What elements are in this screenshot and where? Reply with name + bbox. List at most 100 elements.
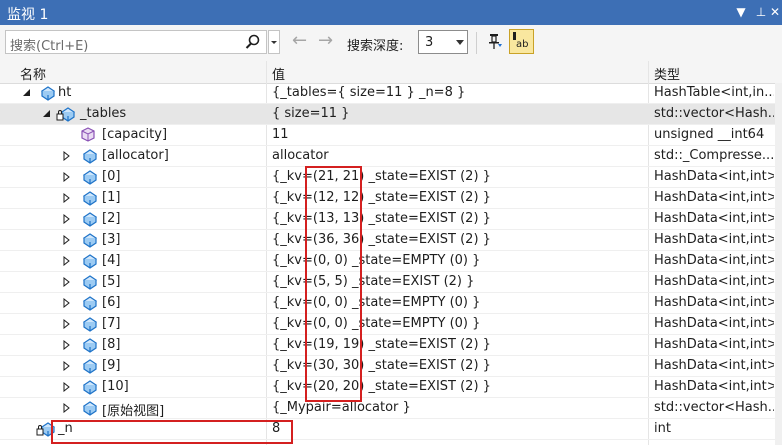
expand-icon[interactable] [62,277,72,287]
watch-row[interactable]: [6] {_kv=(0, 0) _state=EMPTY (0) } HashDat… [0,293,782,314]
variable-type: HashData<int,int> [654,358,774,373]
collapse-icon[interactable] [22,88,32,98]
expand-icon[interactable] [62,382,72,392]
column-header-value[interactable]: 值 [272,64,285,83]
variable-type: std::vector<Hash... [654,400,774,415]
variable-value[interactable]: { size=11 } [272,106,349,121]
variable-value[interactable]: {_kv=(21, 21) _state=EXIST (2) } [272,169,491,184]
variable-value[interactable]: {_kv=(0, 0) _state=EMPTY (0) } [272,295,480,310]
object-icon [82,233,98,248]
watch-row[interactable]: _tables { size=11 } std::vector<Hash... [0,104,782,125]
watch-row[interactable]: [9] {_kv=(30, 30) _state=EXIST (2) } HashD… [0,356,782,377]
variable-value[interactable]: allocator [272,148,329,163]
variable-name: [allocator] [102,148,169,163]
chevron-down-icon [456,40,464,45]
variable-name: [9] [102,358,121,373]
collapse-icon[interactable] [42,109,52,119]
expand-icon[interactable] [62,340,72,350]
column-header-type[interactable]: 类型 [654,64,680,83]
variable-value[interactable]: {_kv=(12, 12) _state=EXIST (2) } [272,190,491,205]
variable-value[interactable]: {_kv=(0, 0) _state=EMPTY (0) } [272,316,480,331]
chevron-down-icon [271,41,277,44]
expand-icon[interactable] [62,361,72,371]
watch-row[interactable]: _n 8 int [0,419,782,440]
variable-name: [10] [102,379,129,394]
hex-label: ab [516,39,528,50]
object-icon [82,317,98,332]
watch-row[interactable]: [4] {_kv=(0, 0) _state=EMPTY (0) } HashDat… [0,251,782,272]
variable-type: HashData<int,int> [654,274,774,289]
variable-type: HashData<int,int> [654,316,774,331]
column-header-name[interactable]: 名称 [20,64,46,83]
variable-type: HashData<int,int> [654,337,774,352]
watch-row[interactable]: [7] {_kv=(0, 0) _state=EMPTY (0) } HashDat… [0,314,782,335]
search-icon[interactable] [244,33,262,51]
expand-icon[interactable] [62,256,72,266]
variable-type: HashData<int,int> [654,295,774,310]
variable-type: HashData<int,int> [654,232,774,247]
watch-row[interactable]: [capacity] 11 unsigned __int64 [0,125,782,146]
back-icon[interactable]: ← [292,32,307,50]
expand-icon[interactable] [62,193,72,203]
variable-value[interactable]: {_kv=(30, 30) _state=EXIST (2) } [272,358,491,373]
watch-row[interactable]: [0] {_kv=(21, 21) _state=EXIST (2) } HashD… [0,167,782,188]
window-title-bar: 监视 1 ▼ ⊥ ✕ [0,0,782,25]
expand-icon[interactable] [62,298,72,308]
variable-value[interactable]: {_Mypair=allocator } [272,400,411,415]
watch-row[interactable]: [1] {_kv=(12, 12) _state=EXIST (2) } HashD… [0,188,782,209]
variable-name: [7] [102,316,121,331]
pin-filter-icon[interactable] [484,31,504,51]
watch-row[interactable]: ht {_tables={ size=11 } _n=8 } HashTable<i… [0,83,782,104]
watch-row[interactable]: [原始视图] {_Mypair=allocator } std::vector<Ha… [0,398,782,419]
variable-type: HashTable<int,in... [654,85,774,100]
expand-icon[interactable] [62,403,72,413]
hex-display-toggle[interactable]: ab [509,29,534,54]
variable-name: [3] [102,232,121,247]
expand-icon[interactable] [62,151,72,161]
variable-name: [8] [102,337,121,352]
watch-row[interactable]: [2] {_kv=(13, 13) _state=EXIST (2) } HashD… [0,209,782,230]
search-depth-value: 3 [425,35,434,50]
grid-header: 名称 值 类型 [0,61,782,84]
watch-row[interactable]: [allocator] allocator std::_Compresse... [0,146,782,167]
variable-value[interactable]: {_kv=(5, 5) _state=EXIST (2) } [272,274,474,289]
window-title: 监视 1 [7,7,49,23]
variable-name: [5] [102,274,121,289]
search-depth-select[interactable]: 3 [418,30,468,54]
watch-row[interactable]: [8] {_kv=(19, 19) _state=EXIST (2) } HashD… [0,335,782,356]
variable-name: [原始视图] [102,404,165,419]
close-icon[interactable]: ✕ [766,3,782,21]
watch-row[interactable]: [5] {_kv=(5, 5) _state=EXIST (2) } HashDat… [0,272,782,293]
variable-value[interactable]: 8 [272,421,280,436]
watch-row[interactable]: [3] {_kv=(36, 36) _state=EXIST (2) } HashD… [0,230,782,251]
window-dropdown-icon[interactable]: ▼ [732,3,750,21]
variable-value[interactable]: 11 [272,127,289,142]
variable-name: _n [58,421,73,436]
field-icon [81,127,95,142]
object-lock-icon [56,107,76,122]
variable-value[interactable]: {_kv=(13, 13) _state=EXIST (2) } [272,211,491,226]
search-input[interactable]: 搜索(Ctrl+E) [5,30,267,54]
object-icon [82,149,98,164]
search-options-dropdown[interactable] [268,30,280,54]
variable-type: HashData<int,int> [654,211,774,226]
watch-row[interactable]: [10] {_kv=(20, 20) _state=EXIST (2) } Hash… [0,377,782,398]
variable-value[interactable]: {_kv=(20, 20) _state=EXIST (2) } [272,379,491,394]
forward-icon[interactable]: → [318,32,333,50]
expand-icon[interactable] [62,172,72,182]
variable-value[interactable]: {_tables={ size=11 } _n=8 } [272,85,465,100]
variable-name: ht [58,85,72,100]
variable-value[interactable]: {_kv=(19, 19) _state=EXIST (2) } [272,337,491,352]
hex-icon: ab [513,32,528,50]
expand-icon[interactable] [62,214,72,224]
variable-type: int [654,421,671,436]
vertical-scrollbar[interactable] [775,83,782,445]
expand-icon[interactable] [62,235,72,245]
object-icon [82,191,98,206]
variable-name: [0] [102,169,121,184]
variable-name: [1] [102,190,121,205]
object-icon [82,170,98,185]
variable-value[interactable]: {_kv=(36, 36) _state=EXIST (2) } [272,232,491,247]
expand-icon[interactable] [62,319,72,329]
variable-value[interactable]: {_kv=(0, 0) _state=EMPTY (0) } [272,253,480,268]
